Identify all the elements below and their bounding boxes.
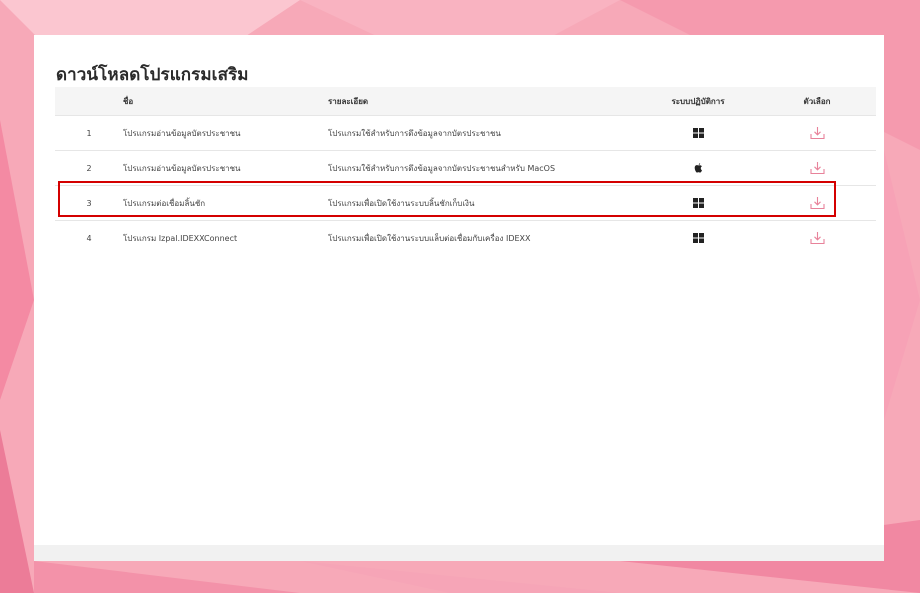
table-row: 3 โปรแกรมต่อเชื่อมลิ้นชัก โปรแกรมเพื่อเป… — [55, 185, 876, 221]
table-row: 2 โปรแกรมอ่านข้อมูลบัตรประชาชน โปรแกรมใช… — [55, 150, 876, 186]
download-icon[interactable] — [809, 126, 825, 140]
column-header-name: ชื่อ — [123, 87, 328, 116]
download-icon[interactable] — [809, 196, 825, 210]
column-header-description: รายละเอียด — [328, 87, 638, 116]
row-description: โปรแกรมเพื่อเปิดใช้งานระบบแล็บต่อเชื่อมก… — [328, 220, 638, 255]
windows-icon — [692, 233, 704, 243]
row-number: 1 — [55, 115, 123, 151]
row-number: 2 — [55, 150, 123, 186]
page-title: ดาวน์โหลดโปรแกรมเสริม — [56, 65, 249, 85]
windows-icon — [692, 128, 704, 138]
row-name: โปรแกรมอ่านข้อมูลบัตรประชาชน — [123, 115, 328, 151]
column-header-action: ตัวเลือก — [758, 87, 876, 116]
row-os — [638, 220, 758, 255]
download-icon[interactable] — [809, 161, 825, 175]
table-row: 1 โปรแกรมอ่านข้อมูลบัตรประชาชน โปรแกรมใช… — [55, 115, 876, 151]
windows-icon — [692, 198, 704, 208]
downloads-panel: ดาวน์โหลดโปรแกรมเสริม ชื่อ รายละเอียด ระ… — [34, 35, 884, 545]
row-os — [638, 150, 758, 186]
row-os — [638, 185, 758, 221]
row-action — [758, 185, 876, 221]
row-description: โปรแกรมใช้สำหรับการดึงข้อมูลจากบัตรประชา… — [328, 150, 638, 186]
column-header-os: ระบบปฏิบัติการ — [638, 87, 758, 116]
row-number: 3 — [55, 185, 123, 221]
row-description: โปรแกรมใช้สำหรับการดึงข้อมูลจากบัตรประชา… — [328, 115, 638, 151]
row-name: โปรแกรม Izpal.IDEXXConnect — [123, 220, 328, 255]
download-icon[interactable] — [809, 231, 825, 245]
panel-footer — [34, 545, 884, 561]
apple-icon — [694, 162, 702, 173]
row-description: โปรแกรมเพื่อเปิดใช้งานระบบลิ้นชักเก็บเงิ… — [328, 185, 638, 221]
table-row: 4 โปรแกรม Izpal.IDEXXConnect โปรแกรมเพื่… — [55, 220, 876, 255]
column-header-number — [55, 87, 123, 116]
row-os — [638, 115, 758, 151]
row-action — [758, 115, 876, 151]
table-header-row: ชื่อ รายละเอียด ระบบปฏิบัติการ ตัวเลือก — [55, 87, 876, 116]
row-action — [758, 220, 876, 255]
downloads-table: ชื่อ รายละเอียด ระบบปฏิบัติการ ตัวเลือก … — [55, 87, 876, 255]
row-name: โปรแกรมต่อเชื่อมลิ้นชัก — [123, 185, 328, 221]
row-number: 4 — [55, 220, 123, 255]
row-action — [758, 150, 876, 186]
row-name: โปรแกรมอ่านข้อมูลบัตรประชาชน — [123, 150, 328, 186]
